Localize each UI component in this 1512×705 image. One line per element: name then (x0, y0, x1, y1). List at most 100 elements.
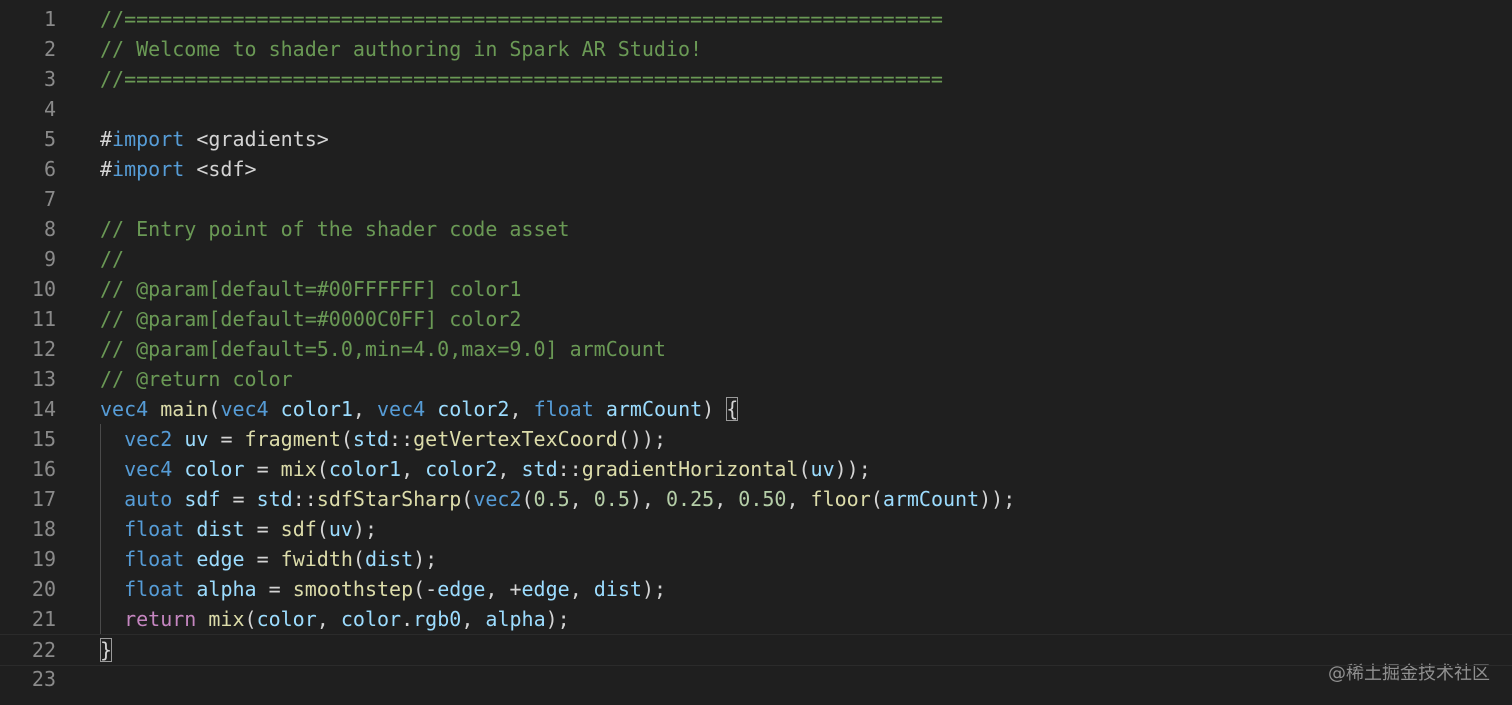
token-plain: ()); (617, 427, 666, 451)
line-number: 13 (31, 367, 56, 391)
token-fn: fwidth (280, 547, 353, 571)
code-line-17[interactable]: 17 auto sdf = std::sdfStarSharp(vec2(0.5… (0, 484, 1512, 514)
line-number: 14 (31, 397, 56, 421)
code-line-21[interactable]: 21 return mix(color, color.rgb0, alpha); (0, 604, 1512, 634)
line-number: 6 (43, 157, 56, 181)
code-line-5[interactable]: 5 #import <gradients> (0, 124, 1512, 154)
token-plain: ); (413, 547, 438, 571)
token-plain: )); (834, 457, 871, 481)
token-comment: //======================================… (100, 7, 943, 31)
token-plain: ( (798, 457, 811, 481)
token-plain: :: (557, 457, 582, 481)
code-line-7[interactable]: 7 (0, 184, 1512, 214)
token-fn: sdfStarSharp (316, 487, 462, 511)
token-plain: ( (340, 427, 353, 451)
line-number: 19 (31, 547, 56, 571)
code-line-2[interactable]: 2 // Welcome to shader authoring in Spark… (0, 34, 1512, 64)
token-num: 0.5 (533, 487, 570, 511)
line-number: 12 (31, 337, 56, 361)
code-line-3[interactable]: 3 //=====================================… (0, 64, 1512, 94)
code-line-12[interactable]: 12 // @param[default=5.0,min=4.0,max=9.0]… (0, 334, 1512, 364)
token-kw: import (112, 157, 185, 181)
token-plain: = (244, 457, 281, 481)
code-line-10[interactable]: 10 // @param[default=#00FFFFFF] color1 (0, 274, 1512, 304)
code-line-1[interactable]: 1 //=====================================… (0, 4, 1512, 34)
code-line-6[interactable]: 6 #import <sdf> (0, 154, 1512, 184)
code-line-23[interactable]: 23 (0, 664, 1512, 694)
token-plain: = (244, 547, 281, 571)
token-plain: . (401, 607, 414, 631)
token-plain: , (497, 457, 522, 481)
token-var: std (352, 427, 390, 451)
code-line-18[interactable]: 18 float dist = sdf(uv); (0, 514, 1512, 544)
line-number: 10 (31, 277, 56, 301)
token-kw: import (112, 127, 185, 151)
line-code: // @param[default=#00FFFFFF] color1 (100, 274, 521, 304)
code-line-19[interactable]: 19 float edge = fwidth(dist); (0, 544, 1512, 574)
token-kw: float (533, 397, 594, 421)
code-line-22[interactable]: 22} (0, 634, 1512, 666)
token-plain: , + (485, 577, 522, 601)
token-plain: :: (292, 487, 317, 511)
token-comment: // @return color (100, 367, 293, 391)
line-code: // @return color (100, 364, 293, 394)
line-number: 11 (31, 307, 56, 331)
token-var: uv (184, 427, 209, 451)
token-comment: // @param[default=#00FFFFFF] color1 (100, 277, 522, 301)
token-var: color2 (425, 457, 498, 481)
line-code: float dist = sdf(uv); (100, 514, 377, 544)
token-fn: mix (208, 607, 245, 631)
line-number: 21 (31, 607, 56, 631)
token-kw: float (124, 517, 185, 541)
line-number: 7 (43, 187, 56, 211)
line-code: } (100, 635, 113, 665)
line-code: // (100, 244, 124, 274)
code-line-4[interactable]: 4 (0, 94, 1512, 124)
line-number: 4 (43, 97, 56, 121)
code-line-16[interactable]: 16 vec4 color = mix(color1, color2, std:… (0, 454, 1512, 484)
line-code: // @param[default=5.0,min=4.0,max=9.0] a… (100, 334, 666, 364)
token-comment: // (100, 247, 125, 271)
code-line-9[interactable]: 9 // (0, 244, 1512, 274)
token-comment: // @param[default=#0000C0FF] color2 (100, 307, 522, 331)
token-fn: floor (810, 487, 871, 511)
token-var: alpha (196, 577, 257, 601)
token-plain: = (256, 577, 293, 601)
code-line-20[interactable]: 20 float alpha = smoothstep(-edge, +edge… (0, 574, 1512, 604)
code-line-11[interactable]: 11 // @param[default=#0000C0FF] color2 (0, 304, 1512, 334)
line-code: //======================================… (100, 64, 943, 94)
token-var: armCount (882, 487, 980, 511)
token-var: color1 (280, 397, 353, 421)
token-kw: auto (124, 487, 173, 511)
line-number: 2 (43, 37, 56, 61)
line-code: #import <gradients> (100, 124, 329, 154)
line-number: 15 (31, 427, 56, 451)
code-line-15[interactable]: 15 vec2 uv = fragment(std::getVertexTexC… (0, 424, 1512, 454)
code-editor[interactable]: @稀土掘金技术社区 1//===========================… (0, 0, 1512, 705)
token-plain: , (461, 607, 486, 631)
token-var: edge (521, 577, 570, 601)
token-var: color1 (328, 457, 402, 481)
matched-bracket: { (726, 397, 739, 421)
token-var: color2 (437, 397, 510, 421)
token-var: armCount (605, 397, 703, 421)
token-kw2: return (124, 607, 197, 631)
token-plain: , (569, 487, 594, 511)
line-number: 3 (43, 67, 56, 91)
code-line-8[interactable]: 8 // Entry point of the shader code asset (0, 214, 1512, 244)
code-line-13[interactable]: 13 // @return color (0, 364, 1512, 394)
matched-bracket: } (100, 638, 113, 662)
code-line-14[interactable]: 14 vec4 main(vec4 color1, vec4 color2, fl… (0, 394, 1512, 424)
line-number: 18 (31, 517, 56, 541)
line-code: vec2 uv = fragment(std::getVertexTexCoor… (100, 424, 666, 454)
token-plain: ( (352, 547, 365, 571)
line-code: // Entry point of the shader code asset (100, 214, 570, 244)
